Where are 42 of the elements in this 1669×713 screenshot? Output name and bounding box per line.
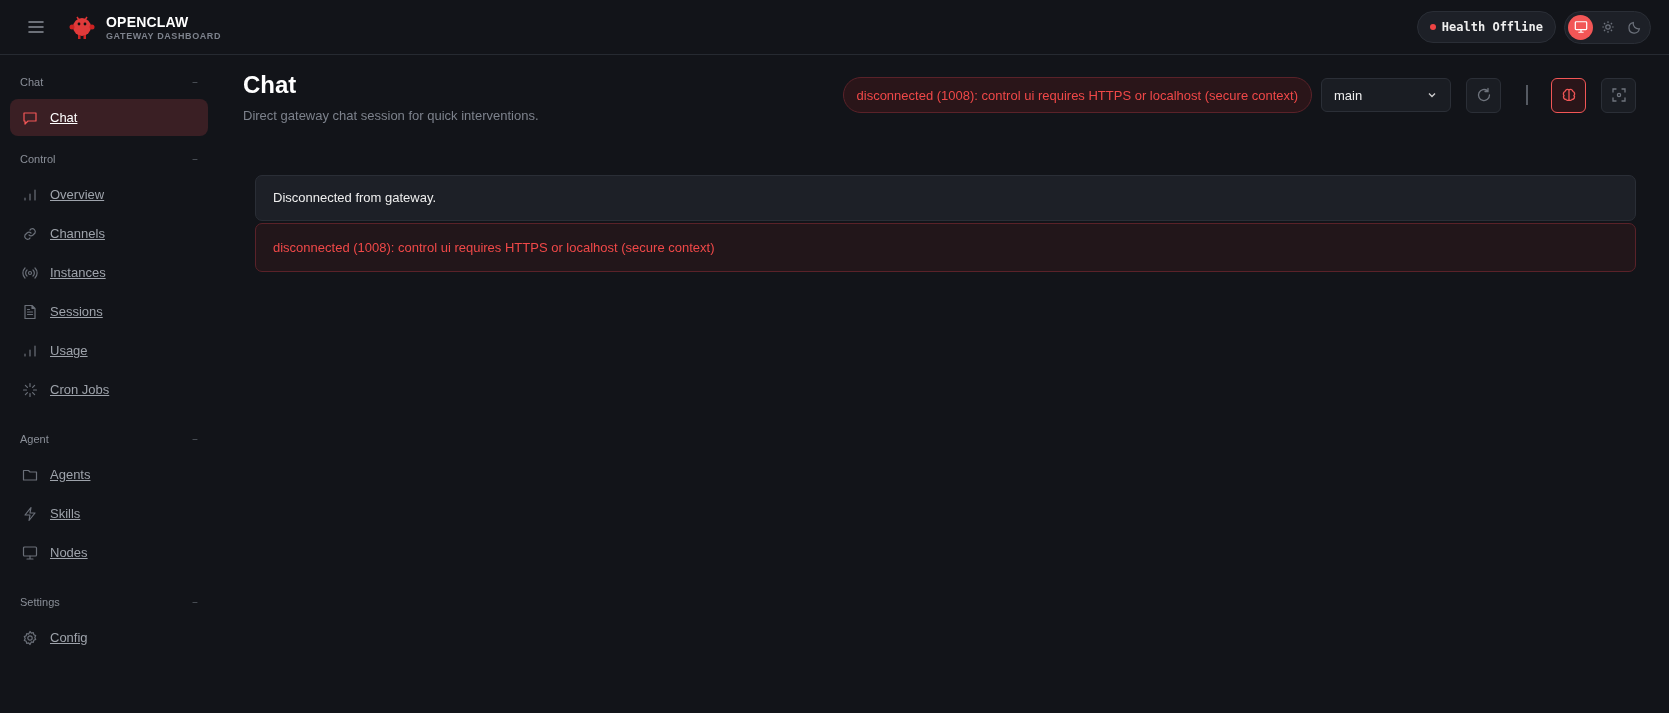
moon-icon (1627, 20, 1642, 34)
sidebar-item[interactable]: Overview (10, 176, 208, 213)
sidebar-item[interactable]: Instances (10, 254, 208, 291)
settings-icon (22, 629, 38, 646)
brain-icon (1560, 87, 1577, 103)
refresh-button[interactable] (1466, 77, 1501, 113)
sidebar-item[interactable]: Nodes (10, 534, 208, 571)
chat-bubble-icon (22, 109, 38, 126)
focus-icon (1610, 87, 1627, 103)
health-status: Health Offline (1416, 11, 1556, 43)
sidebar-item[interactable]: Sessions (10, 293, 208, 330)
sidebar-item[interactable]: Config (10, 619, 208, 656)
info-message: Disconnected from gateway. (255, 174, 1636, 221)
error-pill: disconnected (1008): control ui requires HTTPS or localhost (secure context) (842, 77, 1312, 113)
monitor-mode-button[interactable] (1568, 14, 1593, 40)
sun-icon (1600, 20, 1615, 34)
brand-subtitle: GATEWAY DASHBOARD (106, 30, 222, 41)
section-title: Control (20, 153, 56, 165)
sidebar-item[interactable]: Skills (10, 495, 208, 532)
brand-name: OPENCLAW (106, 13, 190, 30)
monitor-icon (1573, 20, 1588, 34)
link-icon (22, 225, 38, 242)
section-title: Settings (20, 596, 60, 608)
page-subtitle: Direct gateway chat session for quick interventions. (243, 107, 539, 123)
section-title: Agent (20, 433, 49, 445)
loader-icon (22, 381, 38, 398)
monitor-icon (22, 544, 38, 561)
refresh-icon (1475, 87, 1492, 103)
sidebar-item[interactable]: Usage (10, 332, 208, 369)
sidebar-item[interactable]: Chat (10, 99, 208, 136)
error-message: disconnected (1008): control ui requires HTTPS or localhost (secure context) (255, 222, 1636, 272)
session-select[interactable]: main (1321, 78, 1451, 112)
brain-button[interactable] (1551, 77, 1586, 113)
page-title: Chat (243, 70, 298, 100)
sidebar-item[interactable]: Cron Jobs (10, 371, 208, 408)
sidebar-item[interactable]: Channels (10, 215, 208, 252)
focus-button[interactable] (1601, 77, 1636, 113)
section-title: Chat (20, 76, 44, 88)
sidebar-item[interactable]: Agents (10, 456, 208, 493)
document-icon (22, 303, 38, 320)
lightning-icon (22, 505, 38, 522)
menu-icon[interactable] (28, 20, 44, 34)
